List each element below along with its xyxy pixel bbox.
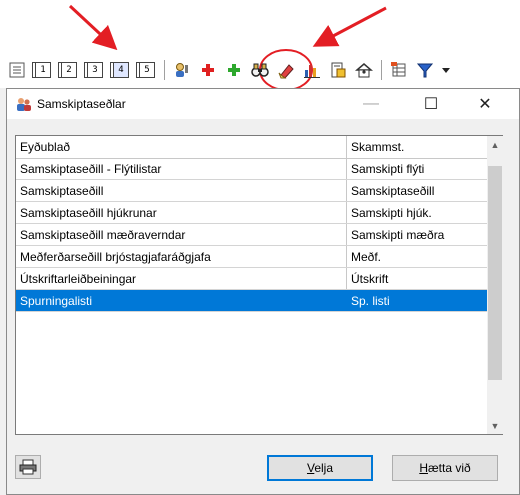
table-row[interactable]: Meðferðarseðill brjóstagjafaráðgjafa Meðf… (16, 246, 488, 268)
num-2: 2 (61, 62, 77, 78)
num-3: 3 (87, 62, 103, 78)
form-stack-icon[interactable] (6, 59, 28, 81)
annotation-overlay (68, 4, 387, 91)
velja-button[interactable]: Velja (267, 455, 373, 481)
vertical-scrollbar[interactable]: ▲ ▼ (487, 136, 503, 434)
list-rows: Samskiptaseðill - Flýtilistar Samskipti f… (16, 158, 488, 312)
row-form-name: Samskiptaseðill - Flýtilistar (16, 158, 347, 179)
row-abbr: Samskipti hjúk. (351, 206, 432, 220)
row-form-name: Spurningalisti (16, 290, 347, 311)
row-form-name: Samskiptaseðill mæðraverndar (16, 224, 347, 245)
form-list[interactable]: Eyðublað Skammst. Samskiptaseðill - Flýt… (15, 135, 503, 435)
column-header-abbr[interactable]: Skammst. (347, 136, 488, 158)
row-abbr: Samskipti mæðra (351, 228, 445, 242)
num-1: 1 (35, 62, 51, 78)
dialog-titlebar[interactable]: Samskiptaseðlar — ☐ ✕ (7, 89, 519, 119)
table-row[interactable]: Samskiptaseðill Samskiptaseðill (16, 180, 488, 202)
person-key-icon[interactable] (171, 59, 193, 81)
row-abbr: Meðf. (351, 250, 382, 264)
eraser-icon[interactable] (275, 59, 297, 81)
maximize-button[interactable]: ☐ (411, 89, 451, 119)
tab-num-4-button[interactable]: 4 (110, 59, 132, 81)
filter-icon[interactable] (414, 59, 436, 81)
annotation-arrow-right (312, 6, 387, 47)
row-form-name: Samskiptaseðill (16, 180, 347, 201)
list-header: Eyðublað Skammst. (16, 136, 488, 159)
tab-num-3-button[interactable]: 3 (84, 59, 106, 81)
haetta-label-rest: ætta við (427, 461, 471, 475)
grid-icon[interactable] (388, 59, 410, 81)
toolbar: 1 2 3 4 5 (6, 56, 520, 84)
row-abbr: Sp. listi (351, 294, 390, 308)
scrollbar-thumb[interactable] (488, 166, 502, 380)
tab-num-1-button[interactable]: 1 (32, 59, 54, 81)
velja-label-rest: elja (314, 461, 334, 475)
row-form-name: Meðferðarseðill brjóstagjafaráðgjafa (16, 246, 347, 267)
row-abbr: Samskipti flýti (351, 162, 425, 176)
column-header-form[interactable]: Eyðublað (16, 136, 347, 158)
table-row[interactable]: Samskiptaseðill - Flýtilistar Samskipti f… (16, 158, 488, 180)
minimize-button[interactable]: — (351, 89, 391, 119)
haetta-mnemonic: H (419, 461, 428, 475)
row-form-name: Samskiptaseðill hjúkrunar (16, 202, 347, 223)
table-row[interactable]: Samskiptaseðill mæðraverndar Samskipti mæ… (16, 224, 488, 246)
toolbar-separator (381, 60, 382, 80)
scroll-down-icon[interactable]: ▼ (487, 417, 503, 434)
add-green-icon[interactable] (223, 59, 245, 81)
scroll-up-icon[interactable]: ▲ (487, 136, 503, 153)
tab-num-5-button[interactable]: 5 (136, 59, 158, 81)
samskiptasedlar-dialog: Samskiptaseðlar — ☐ ✕ Eyðublað Skammst. … (6, 88, 520, 495)
dialog-title: Samskiptaseðlar (37, 97, 126, 111)
add-red-icon[interactable] (197, 59, 219, 81)
print-icon (19, 459, 37, 475)
table-row[interactable]: Spurningalisti Sp. listi (16, 290, 488, 312)
num-4: 4 (113, 62, 129, 78)
haetta-vid-button[interactable]: Hætta við (392, 455, 498, 481)
close-button[interactable]: ✕ (465, 89, 505, 119)
toolbar-separator (164, 60, 165, 80)
tab-num-2-button[interactable]: 2 (58, 59, 80, 81)
home-person-icon[interactable] (353, 59, 375, 81)
chart-icon[interactable] (301, 59, 323, 81)
num-5: 5 (139, 62, 155, 78)
row-form-name: Útskriftarleiðbeiningar (16, 268, 347, 289)
print-button[interactable] (15, 455, 41, 479)
table-row[interactable]: Samskiptaseðill hjúkrunar Samskipti hjúk. (16, 202, 488, 224)
row-abbr: Útskrift (351, 272, 389, 286)
app-people-icon (17, 98, 31, 111)
row-abbr: Samskiptaseðill (351, 184, 435, 198)
dropdown-arrow-icon[interactable] (440, 59, 452, 81)
binoculars-icon[interactable] (249, 59, 271, 81)
annotation-arrow-left (68, 4, 118, 51)
table-row[interactable]: Útskriftarleiðbeiningar Útskrift (16, 268, 488, 290)
document-clip-icon[interactable] (327, 59, 349, 81)
